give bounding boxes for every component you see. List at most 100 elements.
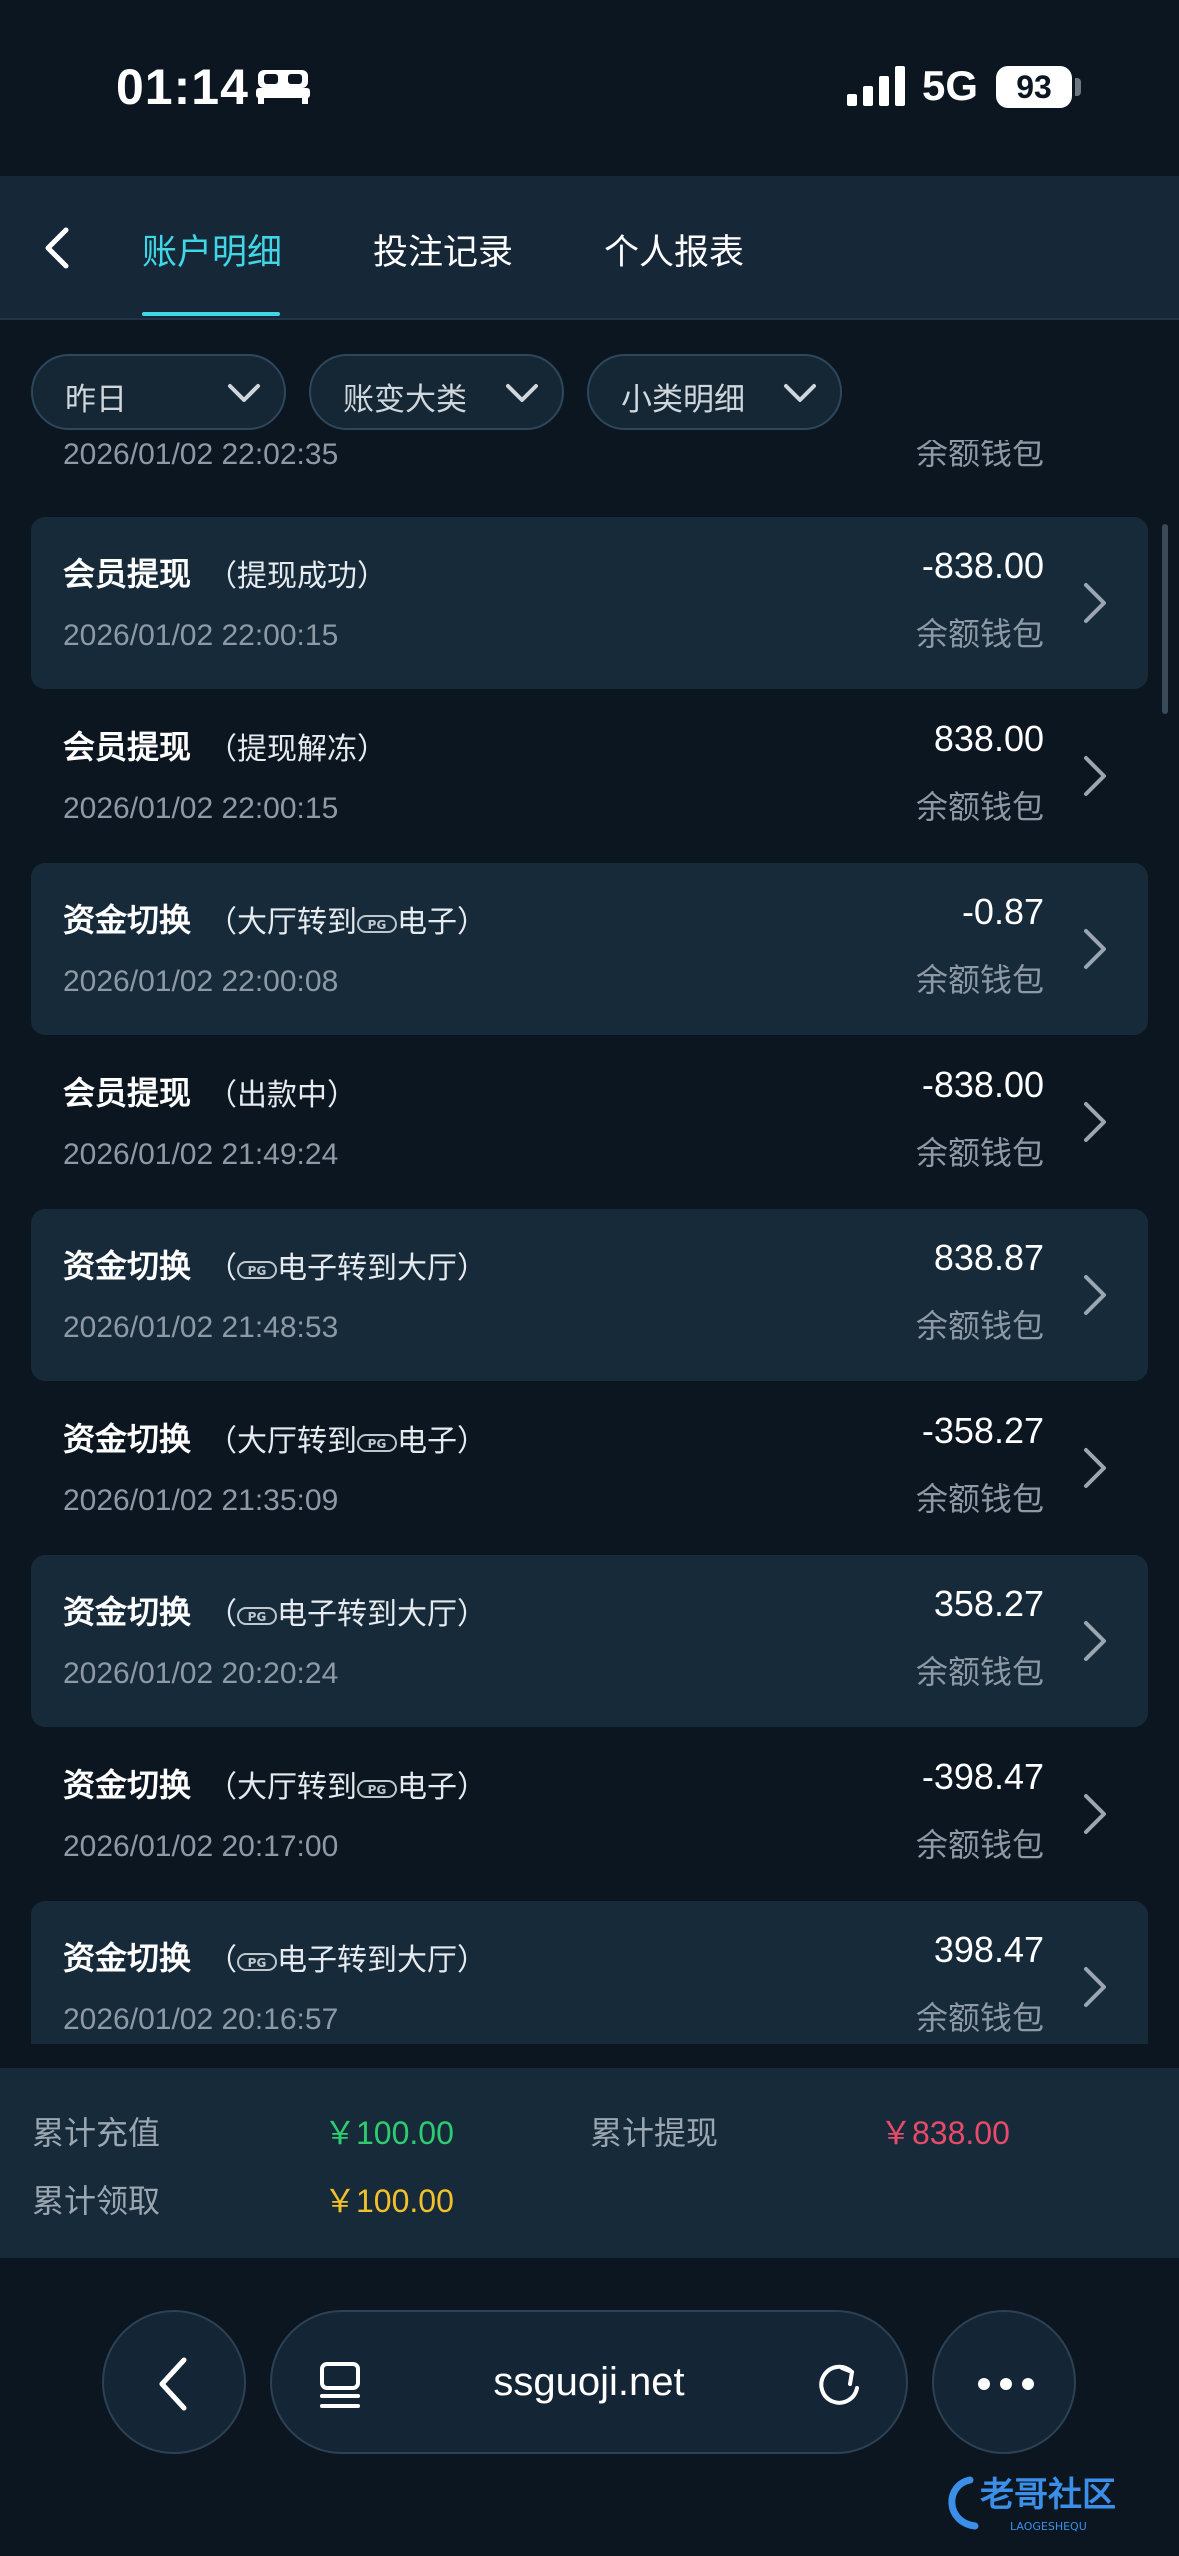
network-type: 5G bbox=[922, 62, 979, 109]
pg-logo-icon: PG bbox=[237, 1607, 277, 1625]
pg-logo-icon: PG bbox=[357, 915, 397, 933]
pg-logo-text: PG bbox=[248, 1610, 267, 1624]
list-item[interactable]: 资金切换 （ PG 电子转到大厅） 2026/01/02 21:48:53 838.… bbox=[31, 1209, 1148, 1381]
row-time: 2026/01/02 20:17:00 bbox=[63, 1830, 339, 1863]
total-claim-value: ￥100.00 bbox=[324, 2183, 454, 2219]
chevron-down-icon bbox=[784, 384, 816, 402]
chevron-right-icon bbox=[1084, 1621, 1106, 1661]
row-amount: 838.87 bbox=[933, 1237, 1044, 1278]
row-time: 2026/01/02 20:20:24 bbox=[63, 1657, 339, 1690]
total-recharge-value: ￥100.00 bbox=[324, 2115, 454, 2151]
total-claim-label: 累计领取 bbox=[32, 2183, 161, 2219]
active-tab-indicator bbox=[142, 312, 280, 316]
filter-subcategory-label: 小类明细 bbox=[621, 382, 745, 417]
row-subtitle-a: （ bbox=[207, 1944, 237, 1977]
scrollbar-thumb[interactable] bbox=[1162, 524, 1168, 714]
row-time: 2026/01/02 21:48:53 bbox=[63, 1311, 339, 1344]
chevron-right-icon bbox=[1084, 1794, 1106, 1834]
filter-subcategory[interactable]: 小类明细 bbox=[587, 354, 842, 430]
url-text: ssguoji.net bbox=[493, 2360, 685, 2404]
row-wallet: 余额钱包 bbox=[915, 1308, 1044, 1344]
header-tabs: 账户明细 投注记录 个人报表 bbox=[0, 176, 1179, 320]
row-wallet: 余额钱包 bbox=[915, 616, 1044, 652]
row-time: 2026/01/02 22:02:35 bbox=[63, 440, 339, 471]
row-subtitle-b: 电子） bbox=[397, 1425, 487, 1458]
row-wallet: 余额钱包 bbox=[915, 2000, 1044, 2036]
row-subtitle-b: 电子转到大厅） bbox=[277, 1252, 487, 1285]
tab-personal-report[interactable]: 个人报表 bbox=[604, 224, 744, 275]
chevron-right-icon bbox=[1084, 1102, 1106, 1142]
chevron-right-icon bbox=[1084, 756, 1106, 796]
chevron-right-icon bbox=[1084, 583, 1106, 623]
back-arrow-icon[interactable] bbox=[28, 216, 92, 280]
chevron-right-icon bbox=[1084, 929, 1106, 969]
row-wallet: 余额钱包 bbox=[915, 962, 1044, 998]
row-amount: 398.47 bbox=[933, 1929, 1044, 1970]
list-item[interactable]: 资金切换 （ PG 电子转到大厅） 2026/01/02 20:16:57 398.… bbox=[31, 1901, 1148, 2044]
ellipsis-icon bbox=[978, 2378, 1034, 2390]
chevron-right-icon bbox=[1084, 1448, 1106, 1488]
row-title: 会员提现 bbox=[63, 1075, 192, 1111]
chevron-left-icon bbox=[159, 2357, 187, 2411]
list-item[interactable]: 会员提现 （提现成功） 2026/01/02 22:00:15 -838.00 … bbox=[31, 517, 1148, 689]
list-item[interactable]: 资金切换 （大厅转到 PG 电子） 2026/01/02 20:17:00 -398… bbox=[31, 1728, 1148, 1900]
pg-logo-icon: PG bbox=[357, 1780, 397, 1798]
row-amount: -398.47 bbox=[921, 1756, 1044, 1797]
row-wallet: 余额钱包 bbox=[915, 1654, 1044, 1690]
row-subtitle: （提现成功） bbox=[207, 560, 387, 593]
status-bar: 01:14 5G 93 bbox=[0, 0, 1179, 176]
watermark-text: 老哥社区 bbox=[980, 2475, 1116, 2515]
row-subtitle-b: 电子转到大厅） bbox=[277, 1944, 487, 1977]
watermark-logo: 老哥社区 LAOGESHEQU bbox=[948, 2475, 1116, 2533]
row-subtitle-a: （大厅转到 bbox=[207, 1425, 357, 1458]
list-item[interactable]: 会员提现 （提现解冻） 2026/01/02 22:00:15 838.00 余… bbox=[31, 690, 1148, 862]
filter-category[interactable]: 账变大类 bbox=[309, 354, 564, 430]
row-subtitle: （ PG 电子转到大厅） bbox=[207, 1589, 487, 1633]
row-title: 资金切换 bbox=[63, 1940, 192, 1976]
row-wallet: 余额钱包 bbox=[915, 789, 1044, 825]
list-item[interactable]: 会员提现 （出款中） 2026/01/02 21:49:24 -838.00 余… bbox=[31, 1036, 1148, 1208]
row-time: 2026/01/02 22:00:15 bbox=[63, 619, 339, 652]
chevron-right-icon bbox=[1084, 1967, 1106, 2007]
row-subtitle-b: 电子） bbox=[397, 1771, 487, 1804]
row-amount: -838.00 bbox=[921, 545, 1044, 586]
row-subtitle: （大厅转到 PG 电子） bbox=[207, 1416, 487, 1460]
chevron-right-icon bbox=[1084, 1275, 1106, 1315]
row-title: 资金切换 bbox=[63, 1594, 192, 1630]
row-subtitle-a: （ bbox=[207, 1598, 237, 1631]
pg-logo-text: PG bbox=[368, 1783, 387, 1797]
row-subtitle-a: （大厅转到 bbox=[207, 906, 357, 939]
row-subtitle-b: 电子） bbox=[397, 906, 487, 939]
pg-logo-text: PG bbox=[248, 1956, 267, 1970]
transaction-list[interactable]: 2026/01/02 22:02:35 余额钱包 会员提现 （提现成功） 202… bbox=[0, 440, 1179, 2044]
reload-icon[interactable] bbox=[812, 2358, 866, 2412]
signal-icon bbox=[847, 66, 905, 106]
row-subtitle: （ PG 电子转到大厅） bbox=[207, 1243, 487, 1287]
chevron-down-icon bbox=[228, 384, 260, 402]
more-options-button[interactable] bbox=[932, 2310, 1076, 2454]
row-title: 资金切换 bbox=[63, 1767, 192, 1803]
row-subtitle: （出款中） bbox=[207, 1079, 357, 1112]
row-subtitle: （提现解冻） bbox=[207, 733, 387, 766]
row-amount: -838.00 bbox=[921, 1064, 1044, 1105]
row-subtitle: （大厅转到 PG 电子） bbox=[207, 897, 487, 941]
list-item-partial[interactable]: 2026/01/02 22:02:35 余额钱包 bbox=[31, 440, 1148, 508]
row-title: 资金切换 bbox=[63, 1421, 192, 1457]
address-bar[interactable]: ssguoji.net bbox=[270, 2310, 908, 2454]
row-time: 2026/01/02 22:00:15 bbox=[63, 792, 339, 825]
tab-account-details[interactable]: 账户明细 bbox=[142, 224, 282, 275]
list-item[interactable]: 资金切换 （ PG 电子转到大厅） 2026/01/02 20:20:24 358.… bbox=[31, 1555, 1148, 1727]
tab-bet-records[interactable]: 投注记录 bbox=[373, 224, 513, 275]
list-item[interactable]: 资金切换 （大厅转到 PG 电子） 2026/01/02 22:00:08 -0.8… bbox=[31, 863, 1148, 1035]
pg-logo-text: PG bbox=[368, 1437, 387, 1451]
list-item[interactable]: 资金切换 （大厅转到 PG 电子） 2026/01/02 21:35:09 -358… bbox=[31, 1382, 1148, 1554]
row-title: 资金切换 bbox=[63, 1248, 192, 1284]
browser-back-button[interactable] bbox=[102, 2310, 246, 2454]
row-time: 2026/01/02 21:49:24 bbox=[63, 1138, 339, 1171]
status-time: 01:14 bbox=[116, 59, 249, 115]
filter-date[interactable]: 昨日 bbox=[31, 354, 286, 430]
total-recharge-label: 累计充值 bbox=[32, 2115, 161, 2151]
pg-logo-icon: PG bbox=[357, 1434, 397, 1452]
row-subtitle-b: 电子转到大厅） bbox=[277, 1598, 487, 1631]
pg-logo-icon: PG bbox=[237, 1953, 277, 1971]
